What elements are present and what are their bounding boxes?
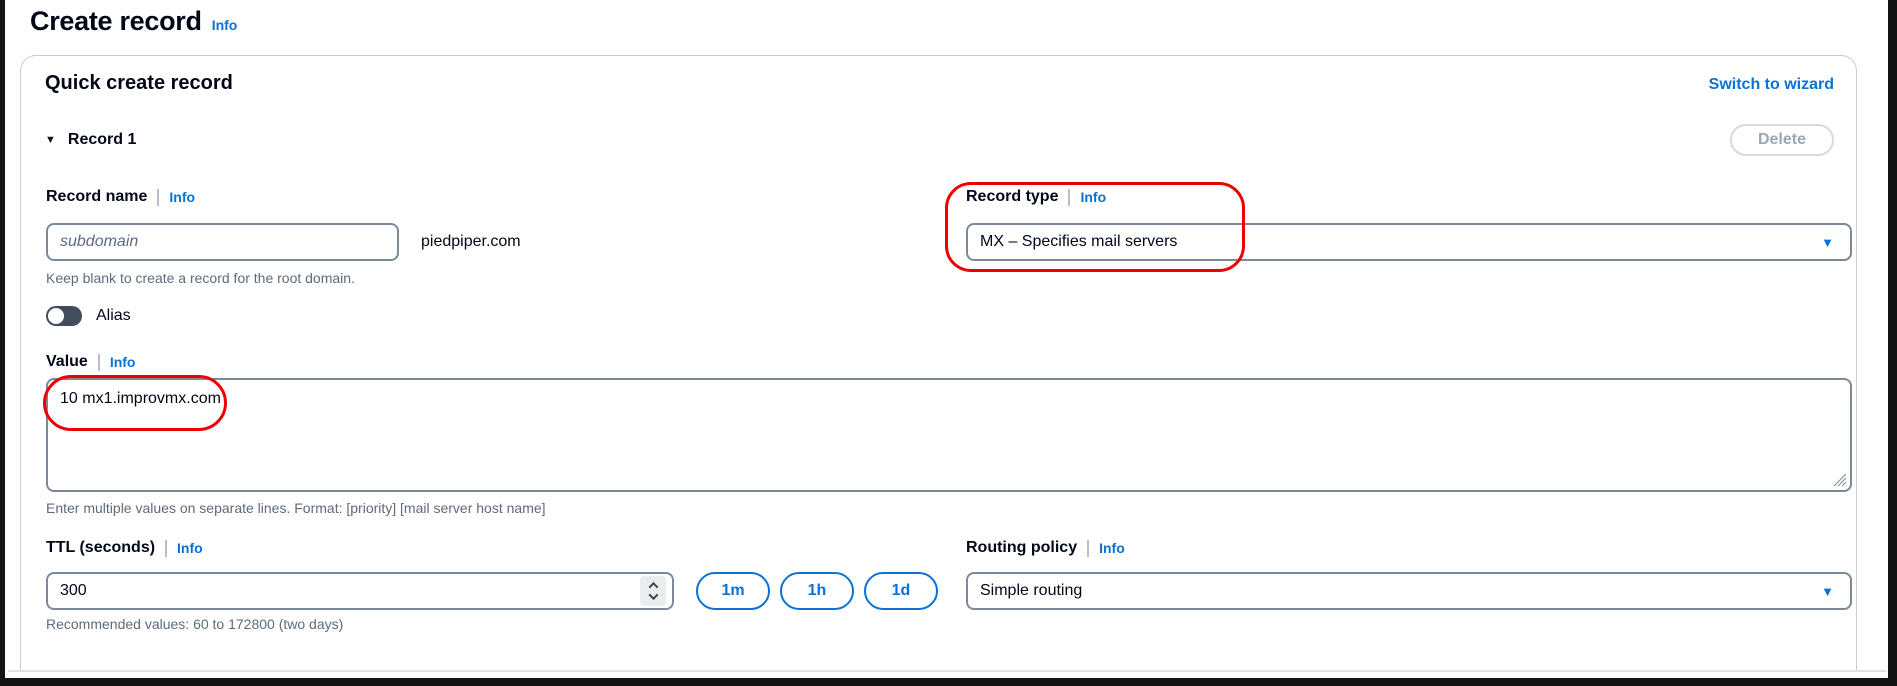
record-name-label-row: Record name Info	[46, 187, 195, 207]
page-title-info-link[interactable]: Info	[212, 17, 238, 33]
root-domain-suffix: piedpiper.com	[421, 233, 521, 251]
quick-create-record-card: Quick create record Switch to wizard ▼ R…	[20, 55, 1857, 670]
ttl-info-link[interactable]: Info	[177, 540, 203, 556]
record-type-select[interactable]: MX – Specifies mail servers ▼	[966, 223, 1852, 261]
ttl-stepper[interactable]	[640, 576, 666, 606]
routing-policy-selected-value: Simple routing	[980, 582, 1082, 600]
ttl-quick-buttons: 1m 1h 1d	[696, 572, 938, 610]
label-divider	[165, 540, 167, 557]
alias-row: Alias	[46, 306, 131, 326]
ttl-field	[46, 572, 674, 610]
label-divider	[1087, 540, 1089, 557]
record-section-header: ▼ Record 1 Delete	[45, 124, 1834, 156]
record-type-label-row: Record type Info	[966, 187, 1106, 207]
window-edge-left	[0, 0, 5, 678]
record-name-label: Record name	[46, 188, 147, 206]
section-divider	[8, 670, 1886, 672]
routing-policy-label: Routing policy	[966, 539, 1077, 557]
ttl-label: TTL (seconds)	[46, 539, 155, 557]
ttl-help-text: Recommended values: 60 to 172800 (two da…	[46, 616, 343, 632]
ttl-label-row: TTL (seconds) Info	[46, 538, 203, 558]
record-type-selected-value: MX – Specifies mail servers	[980, 233, 1177, 251]
resize-handle-icon[interactable]	[1833, 473, 1847, 492]
alias-label: Alias	[96, 307, 131, 325]
card-title: Quick create record	[45, 72, 233, 95]
record-type-label: Record type	[966, 188, 1058, 206]
record-name-help-text: Keep blank to create a record for the ro…	[46, 270, 355, 286]
routing-policy-select[interactable]: Simple routing ▼	[966, 572, 1852, 610]
window-edge-right	[1888, 0, 1897, 678]
toggle-knob-icon	[48, 308, 64, 324]
record-1-expander[interactable]: ▼ Record 1	[45, 131, 136, 149]
value-help-text: Enter multiple values on separate lines.…	[46, 500, 546, 516]
caret-down-icon: ▼	[1821, 236, 1834, 249]
record-type-info-link[interactable]: Info	[1080, 189, 1106, 205]
record-name-info-link[interactable]: Info	[169, 189, 195, 205]
page-title: Create record	[30, 6, 202, 37]
stepper-down-icon[interactable]	[648, 590, 658, 600]
routing-policy-info-link[interactable]: Info	[1099, 540, 1125, 556]
record-1-title: Record 1	[68, 131, 136, 149]
label-divider	[98, 354, 100, 371]
record-name-field-row: piedpiper.com	[46, 223, 521, 261]
alias-toggle[interactable]	[46, 306, 82, 326]
value-textarea[interactable]: 10 mx1.improvmx.com	[46, 378, 1852, 492]
caret-down-icon: ▼	[1821, 585, 1834, 598]
ttl-1m-button[interactable]: 1m	[696, 572, 770, 610]
delete-record-button[interactable]: Delete	[1730, 124, 1834, 156]
ttl-1d-button[interactable]: 1d	[864, 572, 938, 610]
value-info-link[interactable]: Info	[110, 354, 136, 370]
routing-policy-label-row: Routing policy Info	[966, 538, 1125, 558]
window-edge-bottom	[0, 678, 1897, 686]
label-divider	[1068, 189, 1070, 206]
collapse-triangle-icon: ▼	[45, 135, 56, 146]
ttl-1h-button[interactable]: 1h	[780, 572, 854, 610]
page-header: Create record Info	[30, 6, 237, 37]
value-label: Value	[46, 353, 88, 371]
ttl-input[interactable]	[46, 572, 674, 610]
record-name-input[interactable]	[46, 223, 399, 261]
card-header: Quick create record Switch to wizard	[45, 72, 1834, 95]
switch-to-wizard-link[interactable]: Switch to wizard	[1709, 76, 1834, 94]
value-label-row: Value Info	[46, 352, 135, 372]
label-divider	[157, 189, 159, 206]
